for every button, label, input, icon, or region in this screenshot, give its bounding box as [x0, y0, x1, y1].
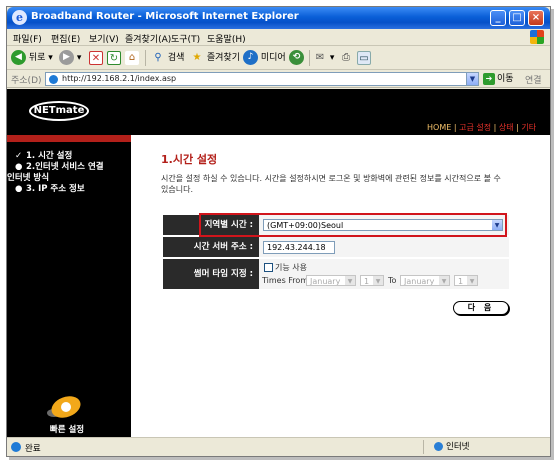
title-bar: e Broadband Router - Microsoft Internet …	[7, 7, 550, 29]
time-server-label: 시간 서버 주소 :	[163, 237, 259, 257]
chevron-down-icon[interactable]: ▼	[466, 73, 478, 85]
dst-row: 썸머 타임 지정 : 기능 사용 Times From January ▼ 1 ▼ …	[163, 259, 509, 289]
forward-arrow-icon: ▶	[59, 50, 74, 65]
go-button[interactable]: ➔ 이동	[483, 72, 521, 86]
page-description: 시간을 설정 하실 수 있습니다. 시간을 설정하시면 로그온 및 방화벽에 관…	[161, 174, 501, 194]
highlight-box	[199, 213, 507, 237]
to-day-select[interactable]: 1 ▼	[454, 275, 478, 286]
history-button[interactable]: ⟲	[289, 50, 304, 66]
history-icon: ⟲	[289, 50, 304, 65]
sidebar-accent-bar	[7, 135, 131, 142]
browser-window: e Broadband Router - Microsoft Internet …	[6, 6, 551, 457]
next-button[interactable]: 다 음	[453, 301, 509, 315]
menu-help[interactable]: 도움말(H)	[207, 32, 246, 45]
chevron-down-icon: ▼	[439, 276, 449, 285]
sidebar-item-internet-connection[interactable]: ● 2.인터넷 서비스 연결	[15, 162, 104, 172]
ie-icon: e	[12, 10, 27, 25]
page-title: 1.시간 설정	[161, 153, 218, 166]
home-icon: ⌂	[125, 50, 139, 65]
page-icon	[49, 75, 58, 84]
sidebar: ✓ 1. 시간 설정 ● 2.인터넷 서비스 연결 인터넷 방식 ● 3. IP…	[7, 135, 131, 437]
menu-view[interactable]: 보기(V)	[89, 32, 119, 45]
nav-advanced[interactable]: 고급 설정	[459, 123, 491, 132]
from-month-select[interactable]: January ▼	[306, 275, 356, 286]
toolbar-separator	[145, 50, 146, 66]
quick-setup-label: 빠른 설정	[49, 425, 85, 435]
nav-home[interactable]: HOME	[427, 123, 451, 132]
check-icon: ✓	[15, 151, 23, 161]
sidebar-item-internet-type[interactable]: 인터넷 방식	[7, 173, 49, 183]
chevron-down-icon: ▼	[345, 276, 355, 285]
top-navigation: HOME | 고급 설정 | 상태 | 기타	[427, 123, 537, 132]
dst-label: 썸머 타임 지정 :	[163, 259, 259, 289]
bullet-icon: ●	[15, 184, 23, 194]
home-button[interactable]: ⌂	[125, 50, 139, 66]
stop-button[interactable]: ✕	[89, 50, 103, 66]
menu-favorites[interactable]: 즐겨찾기(A)	[125, 32, 171, 45]
time-server-input[interactable]: 192.43.244.18	[263, 241, 335, 254]
netmate-logo: NETmate	[29, 101, 89, 121]
address-url: http://192.168.2.1/index.asp	[62, 74, 177, 83]
edit-button[interactable]: ▭	[357, 50, 371, 66]
nav-other[interactable]: 기타	[521, 123, 536, 132]
favorites-button[interactable]: ★ 즐겨찾기	[190, 50, 240, 66]
edit-icon: ▭	[357, 50, 371, 65]
search-button[interactable]: ⚲ 검색	[151, 50, 184, 66]
to-month-select[interactable]: January ▼	[400, 275, 450, 286]
print-button[interactable]: ⎙	[339, 50, 353, 66]
forward-button[interactable]: ▶ ▾	[59, 50, 81, 66]
address-bar: 주소(D) http://192.168.2.1/index.asp ▼ ➔ 이동…	[7, 70, 550, 88]
times-from-label: Times From	[262, 276, 309, 285]
globe-icon	[434, 442, 443, 451]
menu-tools[interactable]: 도구(T)	[171, 32, 200, 45]
search-icon: ⚲	[154, 51, 162, 63]
menu-edit[interactable]: 편집(E)	[51, 32, 80, 45]
dst-enable-checkbox[interactable]	[264, 263, 273, 272]
security-zone: 인터넷	[423, 440, 543, 454]
time-server-row: 시간 서버 주소 : 192.43.244.18	[163, 237, 509, 257]
go-arrow-icon: ➔	[483, 72, 495, 85]
toolbar: ◀ 뒤로 ▾ ▶ ▾ ✕ ↻ ⌂ ⚲ 검색 ★ 즐겨찾기 ♪ 미디어 ⟲ ✉ ▾…	[7, 46, 550, 70]
sidebar-item-ip-info[interactable]: ● 3. IP 주소 정보	[15, 184, 85, 194]
media-icon: ♪	[243, 50, 258, 65]
quick-setup-button[interactable]: 빠른 설정	[37, 392, 97, 435]
media-button[interactable]: ♪ 미디어	[243, 50, 286, 66]
star-icon: ★	[192, 51, 202, 63]
router-header: NETmate HOME | 고급 설정 | 상태 | 기타	[7, 89, 550, 135]
menu-bar: 파일(F) 편집(E) 보기(V) 즐겨찾기(A) 도구(T) 도움말(H)	[7, 29, 550, 46]
window-title: Broadband Router - Microsoft Internet Ex…	[31, 11, 299, 22]
from-day-select[interactable]: 1 ▼	[360, 275, 384, 286]
quick-setup-icon	[47, 392, 87, 422]
minimize-button[interactable]: _	[490, 10, 506, 26]
to-label: To	[388, 276, 397, 285]
dst-enable-label: 기능 사용	[275, 263, 307, 272]
nav-status[interactable]: 상태	[499, 123, 514, 132]
links-button[interactable]: 연결	[525, 73, 542, 86]
back-button[interactable]: ◀ 뒤로 ▾	[11, 50, 53, 66]
chevron-down-icon: ▼	[373, 276, 383, 285]
windows-logo-icon	[530, 30, 544, 44]
mail-icon: ✉	[315, 51, 325, 63]
stop-icon: ✕	[89, 50, 103, 65]
mail-button[interactable]: ✉ ▾	[313, 50, 335, 66]
toolbar-separator	[309, 50, 310, 66]
page-icon	[11, 442, 21, 452]
chevron-down-icon: ▼	[467, 276, 477, 285]
status-text: 완료	[25, 444, 41, 454]
page-content: NETmate HOME | 고급 설정 | 상태 | 기타 ✓ 1. 시간 설…	[7, 89, 550, 437]
status-bar: 완료 인터넷	[7, 437, 550, 456]
print-icon: ⎙	[342, 51, 350, 63]
back-arrow-icon: ◀	[11, 50, 26, 65]
refresh-icon: ↻	[107, 50, 121, 65]
bullet-icon: ●	[15, 162, 23, 172]
sidebar-item-time-setup[interactable]: ✓ 1. 시간 설정	[15, 151, 72, 161]
address-input[interactable]: http://192.168.2.1/index.asp ▼	[45, 72, 479, 86]
close-button[interactable]: ×	[528, 10, 544, 26]
menu-file[interactable]: 파일(F)	[13, 32, 42, 45]
address-label: 주소(D)	[11, 76, 42, 86]
maximize-button[interactable]: □	[509, 10, 525, 26]
refresh-button[interactable]: ↻	[107, 50, 121, 66]
